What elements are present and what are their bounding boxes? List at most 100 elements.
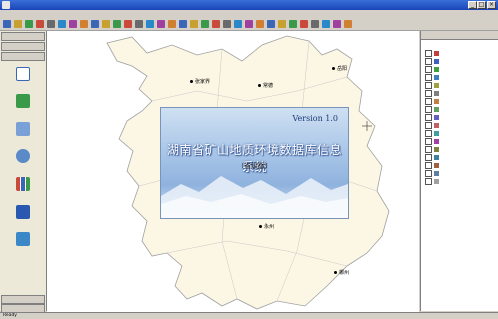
chart-icon[interactable] <box>322 20 330 28</box>
splash-screen: Version 1.0 湖南省矿山地质环境数据库信息系统 （省级版） <box>160 107 349 219</box>
layer-checkbox[interactable] <box>425 98 432 105</box>
layer-checkbox[interactable] <box>425 58 432 65</box>
spreadsheet-icon <box>16 232 30 246</box>
layer-item[interactable] <box>425 178 497 185</box>
layer-checkbox[interactable] <box>425 66 432 73</box>
undo-icon[interactable] <box>201 20 209 28</box>
layer-checkbox[interactable] <box>425 50 432 57</box>
status-scale <box>262 313 382 319</box>
draw-polygon-icon[interactable] <box>179 20 187 28</box>
layer-checkbox[interactable] <box>425 130 432 137</box>
redo-icon[interactable] <box>212 20 220 28</box>
layer-item[interactable] <box>425 106 497 113</box>
layer-swatch-icon <box>434 91 439 96</box>
panel-header[interactable] <box>1 42 45 51</box>
city-marker <box>258 84 261 87</box>
layer-swatch-icon <box>434 155 439 160</box>
layer-item[interactable] <box>425 162 497 169</box>
layer-item[interactable] <box>425 82 497 89</box>
layer-checkbox[interactable] <box>425 138 432 145</box>
query-icon <box>16 122 30 136</box>
save-icon[interactable] <box>14 20 22 28</box>
layer-checkbox[interactable] <box>425 106 432 113</box>
layer-item[interactable] <box>425 154 497 161</box>
tool-word-report[interactable] <box>4 205 42 225</box>
tool-basic-info[interactable] <box>4 149 42 169</box>
legend-icon[interactable] <box>278 20 286 28</box>
select-icon[interactable] <box>91 20 99 28</box>
edit-icon[interactable] <box>157 20 165 28</box>
splash-version: Version 1.0 <box>292 114 339 123</box>
full-extent-icon[interactable] <box>69 20 77 28</box>
layer-item[interactable] <box>425 146 497 153</box>
table-icon[interactable] <box>333 20 341 28</box>
layer-swatch-icon <box>434 171 439 176</box>
layer-checkbox[interactable] <box>425 82 432 89</box>
layer-checkbox[interactable] <box>425 154 432 161</box>
layer-item[interactable] <box>425 74 497 81</box>
layer-checkbox[interactable] <box>425 90 432 97</box>
city-marker <box>259 225 262 228</box>
tool-condition-query[interactable] <box>4 122 42 142</box>
layer-item[interactable] <box>425 98 497 105</box>
label-icon[interactable] <box>311 20 319 28</box>
north-icon[interactable] <box>300 20 308 28</box>
grid-icon[interactable] <box>267 20 275 28</box>
identify-icon[interactable] <box>80 20 88 28</box>
layer-checkbox[interactable] <box>425 178 432 185</box>
print-icon[interactable] <box>25 20 33 28</box>
help-icon[interactable] <box>245 20 253 28</box>
panel-header[interactable] <box>1 52 45 61</box>
draw-line-icon[interactable] <box>168 20 176 28</box>
zoom-in-icon[interactable] <box>36 20 44 28</box>
export-icon[interactable] <box>223 20 231 28</box>
toolbar <box>0 19 498 31</box>
layer-item[interactable] <box>425 170 497 177</box>
layer-checkbox[interactable] <box>425 170 432 177</box>
tool-mine-census[interactable] <box>4 67 42 87</box>
info-icon[interactable] <box>256 20 264 28</box>
layer-item[interactable] <box>425 130 497 137</box>
layer-item[interactable] <box>425 122 497 129</box>
eye-icon <box>16 149 30 163</box>
scale-icon[interactable] <box>289 20 297 28</box>
search-icon[interactable] <box>135 20 143 28</box>
minimize-button[interactable]: _ <box>468 1 477 9</box>
zoom-out-icon[interactable] <box>47 20 55 28</box>
layer-panel <box>420 31 498 311</box>
query-icon[interactable] <box>124 20 132 28</box>
city-label: 张家界 <box>190 78 210 85</box>
tool-mine-query[interactable] <box>4 94 42 114</box>
layer-checkbox[interactable] <box>425 146 432 153</box>
open-icon[interactable] <box>3 20 11 28</box>
tool-statistics[interactable] <box>4 177 42 197</box>
settings-icon[interactable] <box>234 20 242 28</box>
layer-item[interactable] <box>425 58 497 65</box>
layer-item[interactable] <box>425 66 497 73</box>
pan-icon[interactable] <box>58 20 66 28</box>
layer-swatch-icon <box>434 75 439 80</box>
layer-checkbox[interactable] <box>425 114 432 121</box>
layer-checkbox[interactable] <box>425 122 432 129</box>
measure-icon[interactable] <box>102 20 110 28</box>
report-icon[interactable] <box>344 20 352 28</box>
layer-checkbox[interactable] <box>425 162 432 169</box>
city-label: 常德 <box>258 82 273 89</box>
layer-icon[interactable] <box>113 20 121 28</box>
close-button[interactable]: × <box>487 1 496 9</box>
city-marker <box>334 271 337 274</box>
layer-item[interactable] <box>425 50 497 57</box>
layer-swatch-icon <box>434 51 439 56</box>
layer-swatch-icon <box>434 115 439 120</box>
maximize-button[interactable]: □ <box>477 1 486 9</box>
panel-footer-item[interactable] <box>1 295 45 304</box>
layer-item[interactable] <box>425 138 497 145</box>
delete-icon[interactable] <box>190 20 198 28</box>
refresh-icon[interactable] <box>146 20 154 28</box>
layer-item[interactable] <box>425 90 497 97</box>
layer-checkbox[interactable] <box>425 74 432 81</box>
city-label: 岳阳 <box>332 65 347 72</box>
tool-excel-report[interactable] <box>4 232 42 252</box>
layer-item[interactable] <box>425 114 497 121</box>
panel-header[interactable] <box>1 32 45 41</box>
